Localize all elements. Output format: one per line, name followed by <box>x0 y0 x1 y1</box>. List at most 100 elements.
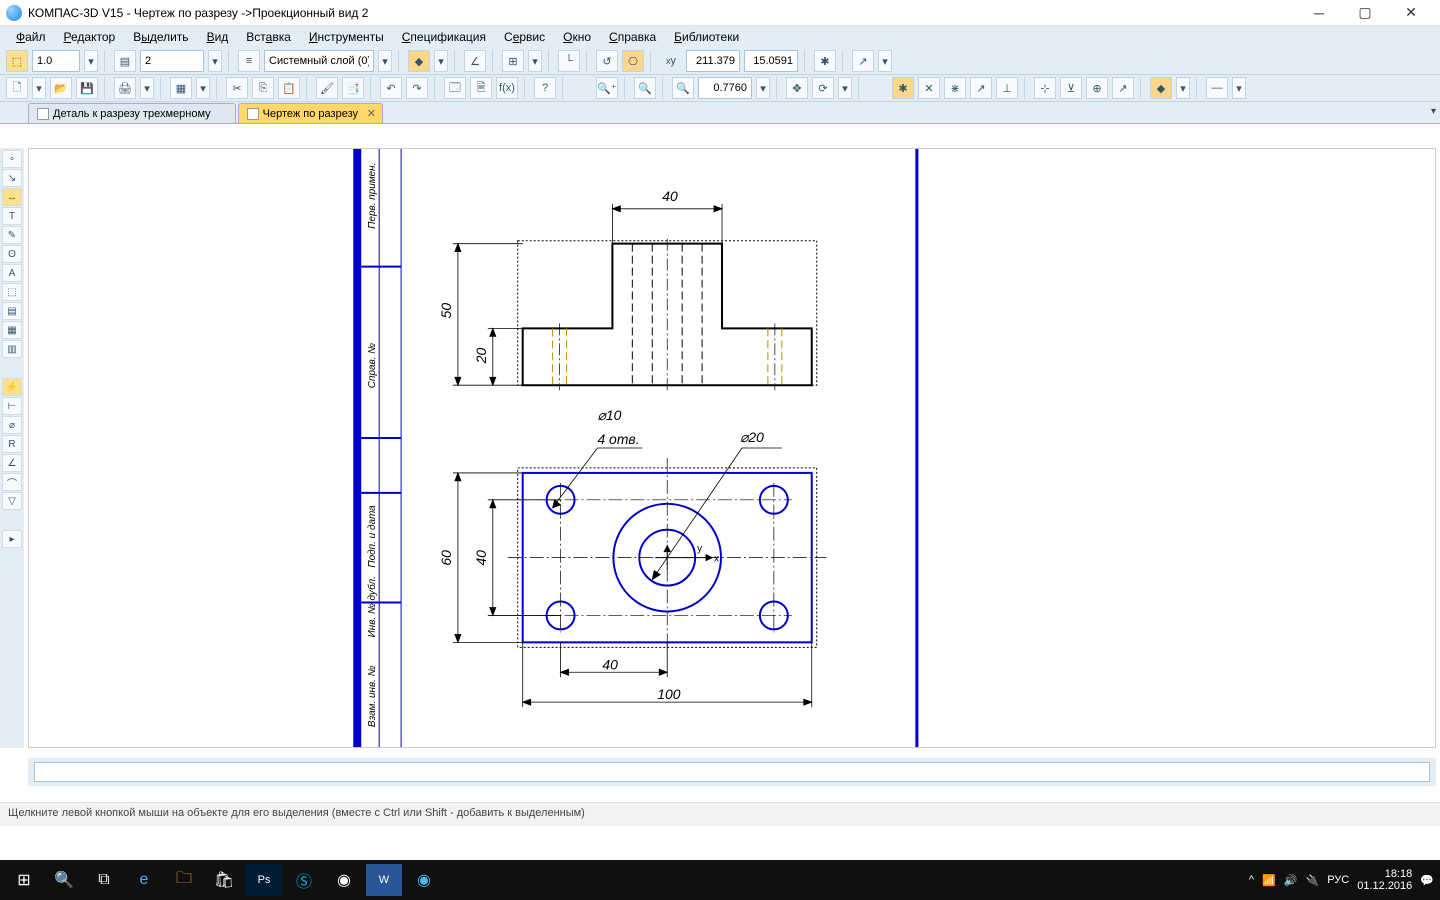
drawing-canvas[interactable]: Справ. № Перв. примен. Подп. и дата Инв.… <box>28 148 1436 748</box>
word-icon[interactable]: W <box>366 864 402 896</box>
redo-icon[interactable]: ↷ <box>406 77 428 99</box>
snap-icon[interactable]: ✱ <box>814 50 836 72</box>
tool-diam-icon[interactable]: ⌀ <box>2 416 22 434</box>
snap-int-icon[interactable]: ⋇ <box>944 77 966 99</box>
color-dropdown-icon[interactable]: ▾ <box>434 50 448 72</box>
snap-end-icon[interactable]: ◆ <box>1150 77 1172 99</box>
paste-icon[interactable]: 📋 <box>278 77 300 99</box>
store-icon[interactable]: 🛍 <box>206 864 242 896</box>
notifications-icon[interactable]: 💬 <box>1420 874 1434 887</box>
menu-libs[interactable]: Библиотеки <box>666 28 747 46</box>
tool-height-icon[interactable]: ▽ <box>2 492 22 510</box>
kompas-icon[interactable]: ◉ <box>406 864 442 896</box>
expand-icon[interactable]: ▸ <box>2 530 22 548</box>
tool-select-icon[interactable]: ⬚ <box>2 283 22 301</box>
tool-line-icon[interactable]: ↘ <box>2 169 22 187</box>
print-dropdown-icon[interactable]: ▾ <box>140 77 154 99</box>
brush-dropdown-icon[interactable]: ▾ <box>878 50 892 72</box>
preview-icon[interactable]: ▦ <box>170 77 192 99</box>
snap-other-icon[interactable]: — <box>1206 77 1228 99</box>
layer-list-icon[interactable]: ≡ <box>238 50 260 72</box>
zoom-input[interactable] <box>698 77 752 99</box>
close-button[interactable]: ✕ <box>1388 0 1434 26</box>
menu-file[interactable]: Файл <box>8 28 54 46</box>
maximize-button[interactable]: ▢ <box>1342 0 1388 26</box>
menu-select[interactable]: Выделить <box>125 28 196 46</box>
zoom-in-icon[interactable]: 🔍 <box>634 77 656 99</box>
layer-combo-dropdown-icon[interactable]: ▾ <box>378 50 392 72</box>
tool-arc-icon[interactable]: ⌒ <box>2 473 22 491</box>
properties-icon[interactable]: 📑 <box>342 77 364 99</box>
scale-input[interactable] <box>32 50 80 72</box>
snap-other-dropdown-icon[interactable]: ▾ <box>1232 77 1246 99</box>
tool-point-icon[interactable]: ∘ <box>2 150 22 168</box>
coord-icon[interactable]: ⎔ <box>622 50 644 72</box>
layer-icon[interactable]: ▤ <box>114 50 136 72</box>
edge-icon[interactable]: e <box>126 864 162 896</box>
current-state-icon[interactable]: ⬚ <box>6 50 28 72</box>
cut-icon[interactable]: ✂ <box>226 77 248 99</box>
snap-center-icon[interactable]: ⊕ <box>1086 77 1108 99</box>
tool-linear-icon[interactable]: ⊢ <box>2 397 22 415</box>
tray-up-icon[interactable]: ^ <box>1249 874 1254 886</box>
power-icon[interactable]: 🔌 <box>1306 874 1320 887</box>
menu-service[interactable]: Сервис <box>496 28 553 46</box>
menu-help[interactable]: Справка <box>601 28 664 46</box>
search-icon[interactable]: 🔍 <box>46 864 82 896</box>
coord-x-input[interactable] <box>686 50 740 72</box>
tab-detail[interactable]: Деталь к разрезу трехмерному <box>28 103 236 123</box>
tool-radius-icon[interactable]: R <box>2 435 22 453</box>
menu-edit[interactable]: Редактор <box>56 28 124 46</box>
grid-dropdown-icon[interactable]: ▾ <box>528 50 542 72</box>
new-dropdown-icon[interactable]: ▾ <box>32 77 46 99</box>
snap-mid-icon[interactable]: ✕ <box>918 77 940 99</box>
tab-drawing[interactable]: Чертеж по разрезу ✕ <box>238 103 383 123</box>
tab-close-icon[interactable]: ✕ <box>367 107 376 120</box>
save-file-icon[interactable]: 💾 <box>76 77 98 99</box>
explorer-icon[interactable]: 🗀 <box>166 864 202 896</box>
skype-icon[interactable]: Ⓢ <box>286 864 322 896</box>
taskview-icon[interactable]: ⧉ <box>86 864 122 896</box>
open-file-icon[interactable]: 📂 <box>50 77 72 99</box>
manager-icon[interactable]: 🗔 <box>444 77 466 99</box>
layer-num-dropdown-icon[interactable]: ▾ <box>208 50 222 72</box>
start-button[interactable]: ⊞ <box>6 864 42 896</box>
menu-window[interactable]: Окно <box>555 28 599 46</box>
ps-icon[interactable]: Ps <box>246 864 282 896</box>
zoom-sel-icon[interactable]: 🔍 <box>672 77 694 99</box>
coord-y-input[interactable] <box>744 50 798 72</box>
zoom-dropdown-icon[interactable]: ▾ <box>756 77 770 99</box>
layer-number-input[interactable] <box>140 50 204 72</box>
layer-combo[interactable] <box>264 50 374 72</box>
tool-spec-icon[interactable]: ▤ <box>2 302 22 320</box>
menu-insert[interactable]: Вставка <box>238 28 299 46</box>
tool-text-icon[interactable]: T <box>2 207 22 225</box>
new-file-icon[interactable]: 🗋 <box>6 77 28 99</box>
tool-insert-icon[interactable]: ▥ <box>2 340 22 358</box>
menu-view[interactable]: Вид <box>199 28 237 46</box>
brush-icon[interactable]: ↗ <box>852 50 874 72</box>
color-picker-icon[interactable]: ◆ <box>408 50 430 72</box>
input-mode-icon[interactable]: ∠ <box>464 50 486 72</box>
tool-edit-icon[interactable]: ✎ <box>2 226 22 244</box>
tool-param-icon[interactable]: ʘ <box>2 245 22 263</box>
volume-icon[interactable]: 🔊 <box>1284 874 1298 887</box>
copy-icon[interactable]: ⎘ <box>252 77 274 99</box>
var-icon[interactable]: f(x) <box>496 77 518 99</box>
snap-align-icon[interactable]: ⊻ <box>1060 77 1082 99</box>
minimize-button[interactable]: ─ <box>1296 0 1342 26</box>
zoom-fit-icon[interactable]: 🔍⁺ <box>596 77 618 99</box>
snap-norm-icon[interactable]: ⊥ <box>996 77 1018 99</box>
rotate-dropdown-icon[interactable]: ▾ <box>838 77 852 99</box>
tool-autodim-icon[interactable]: ⚡ <box>2 378 22 396</box>
menu-spec[interactable]: Спецификация <box>394 28 494 46</box>
tool-dimension-icon[interactable]: ↔ <box>2 188 22 206</box>
snap-end-dropdown-icon[interactable]: ▾ <box>1176 77 1190 99</box>
round-icon[interactable]: ↺ <box>596 50 618 72</box>
chrome-icon[interactable]: ◉ <box>326 864 362 896</box>
spec-icon[interactable]: 🗎 <box>470 77 492 99</box>
undo-icon[interactable]: ↶ <box>380 77 402 99</box>
tool-report-icon[interactable]: ▦ <box>2 321 22 339</box>
snap-near-icon[interactable]: ✱ <box>892 77 914 99</box>
brush2-icon[interactable]: 🖌 <box>316 77 338 99</box>
